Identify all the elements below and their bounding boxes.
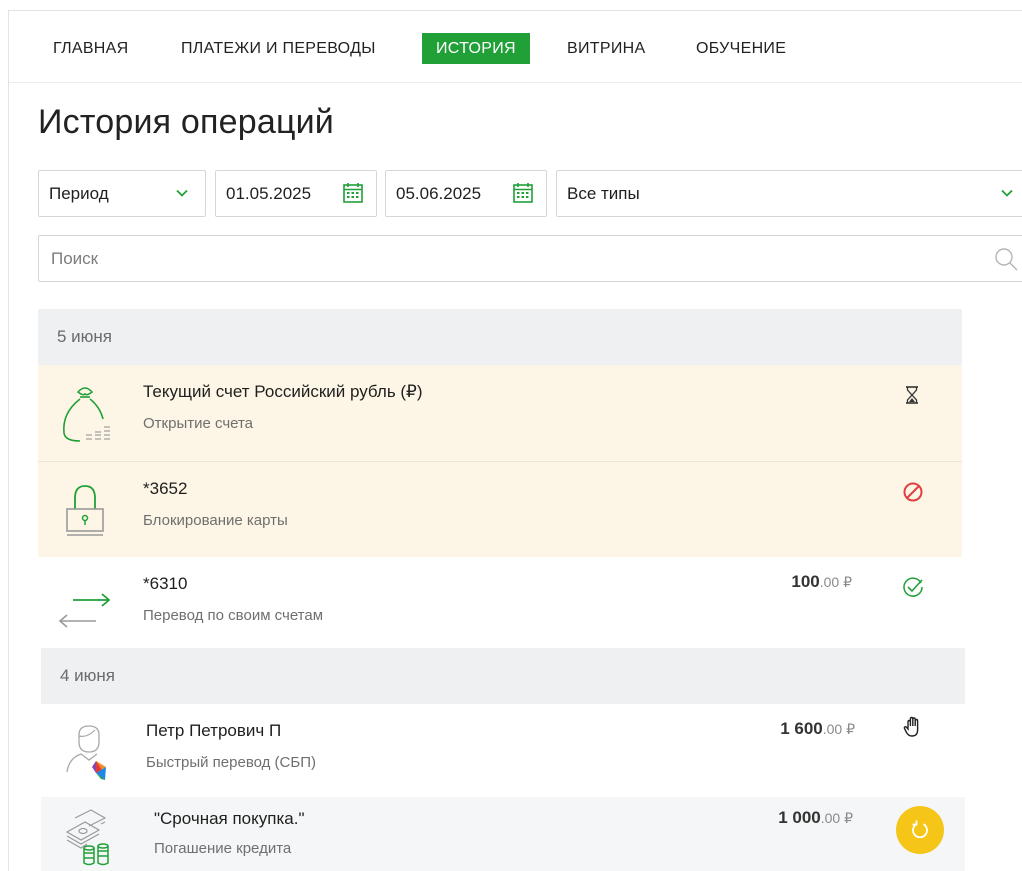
operation-subtitle: Погашение кредита [154,840,292,857]
chevron-down-icon [176,189,188,197]
operation-title: *6310 [143,574,188,593]
money-stacks-icon [65,809,109,866]
operation-subtitle: Перевод по своим счетам [143,607,324,624]
date-group-label: 5 июня [57,327,113,346]
type-select-value: Все типы [567,184,640,203]
search-box [38,235,1022,282]
period-select[interactable]: Период [38,170,206,217]
nav-item-payments[interactable]: ПЛАТЕЖИ И ПЕРЕВОДЫ [167,33,390,64]
amount-decimal: .00 ₽ [819,574,852,590]
repeat-button[interactable] [896,806,944,854]
blocked-icon [903,482,923,502]
operation-subtitle: Открытие счета [143,415,254,432]
operation-title: Петр Петрович П [146,721,282,740]
amount-decimal: .00 ₽ [822,721,855,737]
operation-title: *3652 [143,479,188,498]
operation-row[interactable]: *3652 Блокирование карты [38,462,962,557]
operation-title: "Срочная покупка." [154,809,305,828]
operation-subtitle: Быстрый перевод (СБП) [146,754,316,771]
nav-item-showcase[interactable]: ВИТРИНА [553,33,659,64]
nav-item-education[interactable]: ОБУЧЕНИЕ [682,33,800,64]
operation-row[interactable]: "Срочная покупка." Погашение кредита 1 0… [41,797,965,871]
operation-row[interactable]: Текущий счет Российский рубль (₽) Открыт… [38,365,962,461]
operation-title: Текущий счет Российский рубль (₽) [143,382,423,401]
check-circle-icon [903,577,923,597]
date-group-header: 5 июня [38,309,962,365]
search-icon[interactable] [994,247,1018,271]
hourglass-icon [906,386,918,404]
amount-integer: 100 [791,572,820,591]
date-from-value: 01.05.2025 [226,184,312,203]
date-to-field[interactable]: 05.06.2025 [385,170,547,217]
operation-row[interactable]: Петр Петрович П Быстрый перевод (СБП) 1 … [41,704,965,797]
date-group-label: 4 июня [60,666,116,685]
amount-integer: 1 600 [780,719,823,738]
page-title: История операций [38,103,335,141]
top-nav: ГЛАВНАЯ ПЛАТЕЖИ И ПЕРЕВОДЫ ИСТОРИЯ ВИТРИ… [9,11,1022,83]
padlock-icon [66,485,104,536]
calendar-icon[interactable] [512,182,534,204]
operation-amount: 100.00 ₽ [791,572,852,592]
calendar-icon[interactable] [342,182,364,204]
amount-decimal: .00 ₽ [820,810,853,826]
type-select[interactable]: Все типы [556,170,1022,217]
money-bag-icon [63,387,110,442]
hand-icon [903,716,919,737]
period-select-value: Период [49,184,109,203]
nav-item-history[interactable]: ИСТОРИЯ [422,33,530,64]
amount-integer: 1 000 [778,808,821,827]
operation-amount: 1 000.00 ₽ [778,808,853,828]
transfer-arrows-icon [58,593,111,628]
nav-item-main[interactable]: ГЛАВНАЯ [39,33,143,64]
chevron-down-icon [1001,189,1013,197]
person-sbp-icon [66,725,106,780]
date-group-header: 4 июня [41,648,965,704]
operation-row[interactable]: *6310 Перевод по своим счетам 100.00 ₽ [38,557,962,648]
search-input[interactable] [39,236,989,281]
operation-amount: 1 600.00 ₽ [780,719,855,739]
app-frame: ГЛАВНАЯ ПЛАТЕЖИ И ПЕРЕВОДЫ ИСТОРИЯ ВИТРИ… [8,10,1022,871]
date-from-field[interactable]: 01.05.2025 [215,170,377,217]
date-to-value: 05.06.2025 [396,184,482,203]
operation-subtitle: Блокирование карты [143,512,288,529]
repeat-icon [912,820,928,839]
